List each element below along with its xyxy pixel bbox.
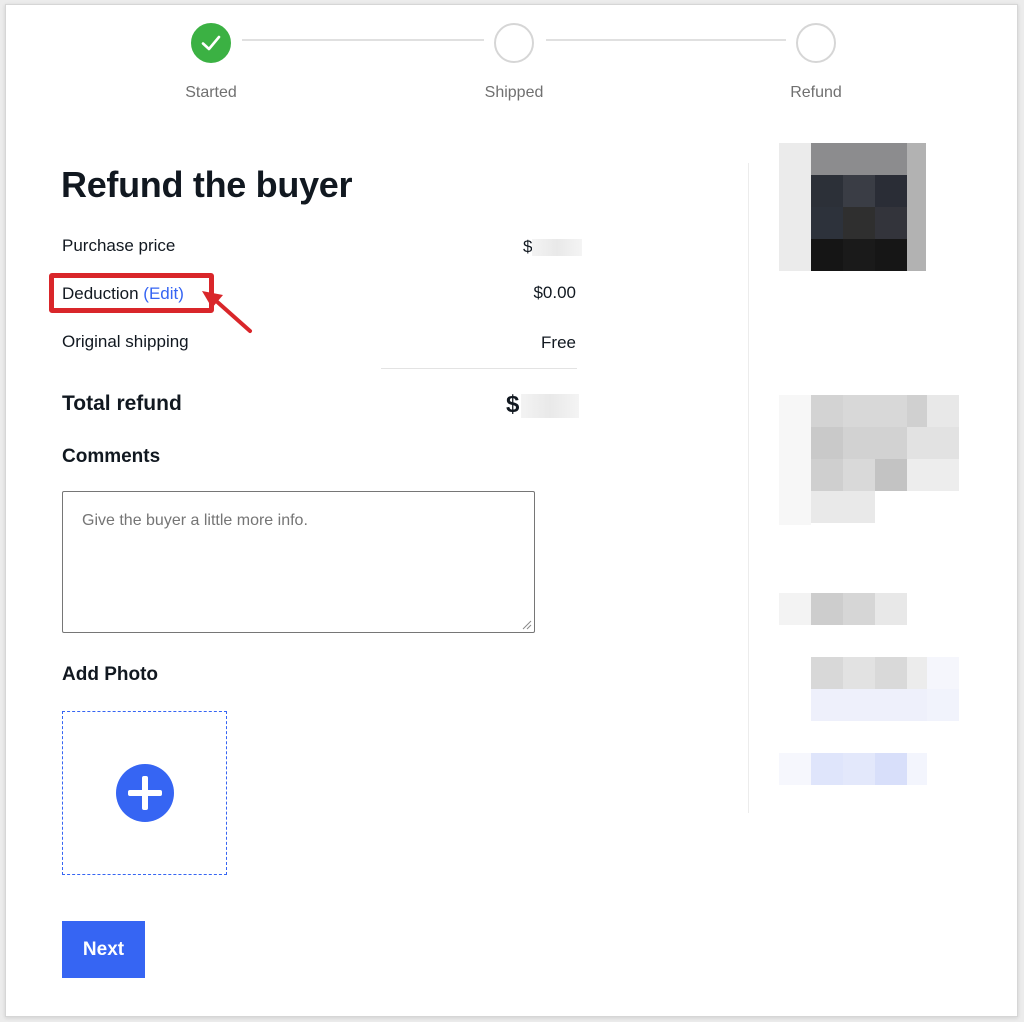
total-refund-currency: $	[506, 391, 520, 418]
deduction-value: $0.00	[533, 283, 576, 302]
checkmark-icon	[201, 35, 221, 51]
plus-circle-icon[interactable]	[116, 764, 174, 822]
stepper-connector	[242, 39, 484, 41]
purchase-price-label: Purchase price	[62, 236, 176, 255]
step-label-started: Started	[185, 84, 237, 101]
redacted-amount	[521, 393, 580, 418]
total-refund-value: $	[506, 391, 580, 419]
add-photo-label: Add Photo	[62, 664, 159, 685]
refund-panel: Started Shipped Refund Refund the buyer …	[5, 4, 1018, 1017]
next-button[interactable]: Next	[62, 921, 145, 978]
purchase-price-value: $	[523, 237, 583, 257]
column-divider	[748, 163, 749, 813]
annotation-arrow-icon	[202, 291, 252, 333]
step-started-check-icon	[191, 23, 231, 63]
page-title: Refund the buyer	[61, 164, 353, 205]
step-refund-circle-icon	[796, 23, 836, 63]
item-price-blurred	[779, 657, 959, 723]
redacted-amount	[532, 239, 583, 257]
comments-textarea[interactable]	[62, 491, 535, 633]
shipping-value: Free	[541, 333, 576, 352]
item-details-blurred	[779, 395, 959, 530]
item-thumbnail-blurred	[779, 138, 926, 271]
stepper-connector	[546, 39, 786, 41]
shipping-label: Original shipping	[62, 332, 189, 351]
resize-handle-icon[interactable]	[522, 620, 532, 630]
step-shipped-circle-icon	[494, 23, 534, 63]
comments-label: Comments	[62, 446, 161, 467]
summary-divider	[381, 368, 577, 369]
total-refund-label: Total refund	[62, 392, 182, 415]
purchase-price-currency: $	[523, 237, 533, 256]
step-label-shipped: Shipped	[484, 84, 544, 101]
item-link-blurred	[779, 753, 929, 785]
item-meta-blurred	[779, 593, 914, 625]
add-photo-dropzone[interactable]	[62, 711, 227, 875]
annotation-highlight-box	[49, 273, 214, 313]
step-label-refund: Refund	[790, 84, 842, 101]
